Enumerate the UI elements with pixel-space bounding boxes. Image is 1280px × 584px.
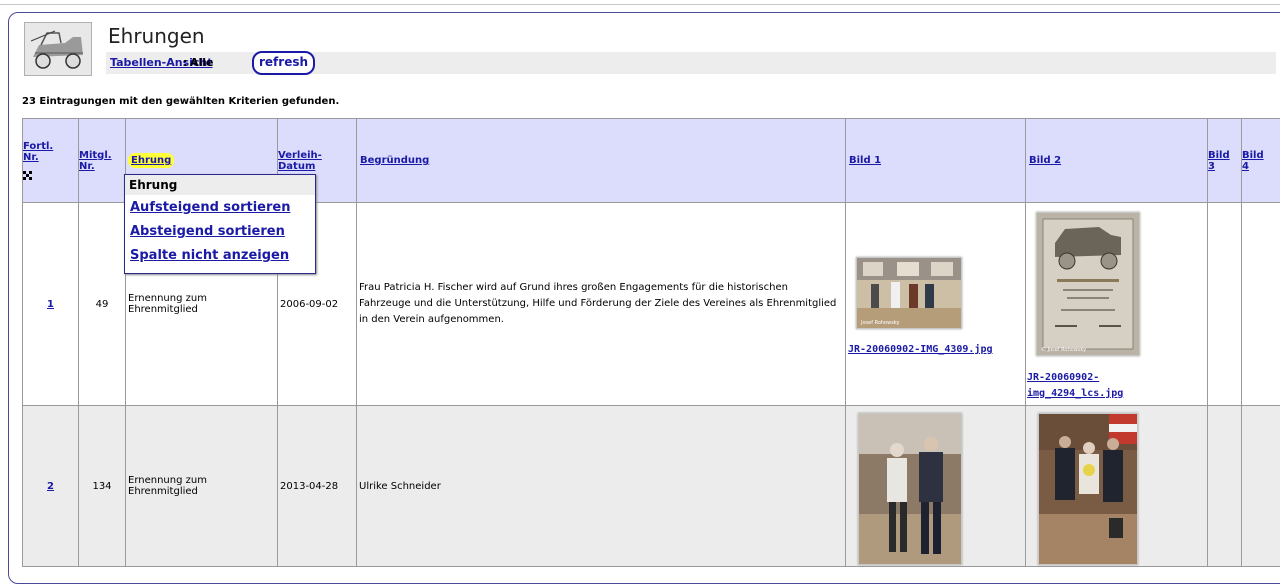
col-header-bild-3[interactable]: Bild 3 <box>1208 119 1242 203</box>
col-header-bild-4[interactable]: Bild 4 <box>1242 119 1280 203</box>
row2-bild1-thumbnail[interactable] <box>858 413 962 565</box>
sort-ascending-option[interactable]: Aufsteigend sortieren <box>125 195 315 219</box>
column-menu-title: Ehrung <box>125 175 315 195</box>
sort-descending-option[interactable]: Absteigend sortieren <box>125 219 315 243</box>
result-count: 23 Eintragungen mit den gewählten Kriter… <box>22 96 339 107</box>
col-header-mitgl-nr[interactable]: Mitgl. Nr. <box>79 119 126 203</box>
cell-begruendung: Ulrike Schneider <box>357 406 846 567</box>
view-colon: : <box>183 56 187 69</box>
col-header-bild-2[interactable]: Bild 2 <box>1026 119 1208 203</box>
cell-bild-3 <box>1208 406 1242 567</box>
ehrung-column-menu: Ehrung Aufsteigend sortieren Absteigend … <box>124 174 316 274</box>
row1-bild2-filename-line1[interactable]: JR-20060902- <box>1027 372 1099 383</box>
svg-text:© Josef Rohowsky: © Josef Rohowsky <box>1041 346 1086 353</box>
row2-bild2-thumbnail[interactable]: © Josef Rohowsky <box>1036 212 1140 356</box>
top-divider <box>0 4 1280 5</box>
view-bar: Tabellen-Ansicht : Alle refresh <box>106 52 1276 74</box>
fire-engine-logo <box>24 22 92 76</box>
row1-bild2-filename-line2[interactable]: img_4294_lcs.jpg <box>1027 388 1123 399</box>
cell-verleih-datum: 2013-04-28 <box>278 406 357 567</box>
cell-mitgl-nr: 134 <box>79 406 126 567</box>
hide-column-option[interactable]: Spalte nicht anzeigen <box>125 243 315 267</box>
refresh-button[interactable]: refresh <box>252 51 315 75</box>
cell-begruendung: Frau Patricia H. Fischer wird auf Grund … <box>357 203 846 406</box>
col-header-fortl-nr[interactable]: Fortl. Nr. <box>23 119 79 203</box>
col-header-bild-1[interactable]: Bild 1 <box>846 119 1026 203</box>
row1-bild1-filename[interactable]: JR-20060902-IMG_4309.jpg <box>848 344 993 355</box>
ehrung-header-link[interactable]: Ehrung <box>128 153 174 168</box>
row1-bild1-thumbnail[interactable]: Josef Rohowsky <box>856 257 962 329</box>
cell-fortl-nr: 1 <box>23 203 79 406</box>
cell-bild-3 <box>1208 203 1242 406</box>
row-detail-link[interactable]: 2 <box>47 481 54 492</box>
cell-ehrung: Ernennung zum Ehrenmitglied <box>126 406 278 567</box>
col-header-begruendung[interactable]: Begründung <box>357 119 846 203</box>
cell-bild-4 <box>1242 406 1280 567</box>
view-value: Alle <box>190 56 214 69</box>
svg-text:Josef Rohowsky: Josef Rohowsky <box>860 320 900 326</box>
sort-active-icon[interactable] <box>23 171 32 183</box>
row-detail-link[interactable]: 1 <box>47 299 54 310</box>
row2-bild2-thumbnail[interactable] <box>1038 413 1138 565</box>
cell-bild-4 <box>1242 203 1280 406</box>
cell-fortl-nr: 2 <box>23 406 79 567</box>
cell-mitgl-nr: 49 <box>79 203 126 406</box>
page-title: Ehrungen <box>108 24 205 48</box>
